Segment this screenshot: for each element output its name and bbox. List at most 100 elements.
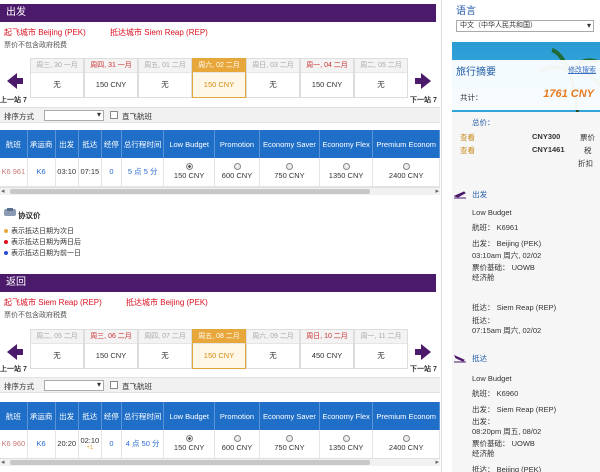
table-header: 抵达 [78, 130, 102, 158]
legend-row: 表示抵达日期为次日 [4, 226, 81, 236]
fare-cell[interactable]: 750 CNY [259, 158, 320, 187]
table-row[interactable]: K6 961 K6 03:10 07:15 0 5 点 5 分 150 CNY 600 CNY… [0, 158, 440, 187]
cell-carrier: K6 [27, 158, 56, 187]
in-dep: 出发： Siem Reap (REP) [472, 405, 557, 414]
out-arr: 抵达： Siem Reap (REP) [472, 303, 557, 312]
legend-row: 表示抵达日期为前一日 [4, 248, 81, 258]
table-header: 航班 [0, 402, 28, 430]
date-option[interactable]: 周六, 09 二月无 [246, 329, 300, 369]
direct-checkbox[interactable] [110, 381, 118, 389]
date-price: 无 [269, 80, 277, 89]
inbound-route: 起飞城市 Siem Reap (REP) 抵达城市 Beijing (PEK) [4, 297, 230, 308]
fare-cell[interactable]: 150 CNY [163, 430, 215, 459]
fare-radio[interactable] [342, 435, 350, 443]
next-week-icon[interactable] [413, 70, 435, 92]
outbound-tax-note: 票价不包含政府税费 [4, 42, 67, 49]
date-price: 150 CNY [95, 351, 127, 360]
fare-radio[interactable] [402, 163, 410, 171]
direct-label: 直飞航班 [122, 112, 152, 121]
date-option[interactable]: 周六, 02 二月 150 CNY [192, 58, 246, 98]
legend-dot-icon [4, 240, 8, 245]
language-select[interactable]: 中文（中华人民共和国） [456, 20, 594, 32]
table-header: Premium Econom [372, 130, 440, 158]
outbound-from: 起飞城市 Beijing (PEK) [4, 28, 86, 37]
outbound-prev-label[interactable]: 上一站 7 [0, 95, 27, 105]
outbound-table-scrollbar[interactable]: ◂ ▸ [0, 187, 440, 195]
fare-radio[interactable] [285, 163, 293, 171]
direct-checkbox[interactable] [110, 111, 118, 119]
fare-radio[interactable] [233, 163, 241, 171]
date-label: 周一, 04 二月 [301, 59, 353, 73]
out-flight: 航班： K6961 [472, 223, 519, 232]
fare-cell[interactable]: 2400 CNY [372, 158, 440, 187]
fare-radio[interactable] [233, 435, 241, 443]
date-option[interactable]: 周三, 06 二月 150 CNY [84, 329, 138, 369]
fare-cell[interactable]: 1350 CNY [319, 158, 374, 187]
date-option[interactable]: 周五, 08 二月 150 CNY [192, 329, 246, 369]
outbound-route: 起飞城市 Beijing (PEK) 抵达城市 Siem Reap (REP) [4, 27, 230, 38]
table-header: 航班 [0, 130, 28, 158]
fare-label: 总价： [472, 118, 495, 127]
next-week-icon[interactable] [413, 341, 435, 363]
inbound-prev-label[interactable]: 上一站 7 [0, 364, 27, 374]
fare-cell[interactable]: 600 CNY [214, 158, 261, 187]
date-price: 无 [53, 80, 61, 89]
date-option[interactable]: 周日, 03 二月无 [246, 58, 300, 98]
agreement-icon [4, 208, 16, 216]
inbound-tax-note: 票价不包含政府税费 [4, 312, 67, 319]
date-option[interactable]: 周四, 07 二月无 [138, 329, 192, 369]
date-option[interactable]: 周一, 11 二月无 [354, 329, 408, 369]
sort-select[interactable] [44, 380, 104, 391]
fare-cell[interactable]: 750 CNY [259, 430, 320, 459]
sort-select[interactable] [44, 110, 104, 121]
date-option[interactable]: 周四, 31 一月 150 CNY [84, 58, 138, 98]
table-row[interactable]: K6 960 K6 20:20 02:10 +1 0 4 点 50 分 150 CNY 600 … [0, 430, 440, 459]
fare-price: 600 CNY [221, 443, 253, 453]
date-option[interactable]: 周三, 30 一月无 [30, 58, 84, 98]
outbound-date-strip: 周三, 30 一月无周四, 31 一月 150 CNY 周五, 01 二月无周六, … [30, 58, 408, 98]
date-option[interactable]: 周日, 10 二月 450 CNY [300, 329, 354, 369]
sort-label: 排序方式 [4, 382, 34, 391]
fare-radio[interactable] [342, 163, 350, 171]
fare-cell[interactable]: 1350 CNY [319, 430, 374, 459]
date-price: 450 CNY [311, 351, 343, 360]
prev-week-icon[interactable] [3, 70, 25, 92]
date-price: 150 CNY [311, 80, 343, 89]
plane-landing-icon [454, 355, 466, 363]
cell-carrier: K6 [27, 430, 56, 459]
fare-cell[interactable]: 600 CNY [214, 430, 261, 459]
legend-dot-icon [4, 229, 8, 234]
cell-arr: 02:10 +1 [78, 430, 102, 459]
outbound-to: 抵达城市 Siem Reap (REP) [110, 28, 208, 37]
fare-radio[interactable] [185, 163, 193, 171]
total-label: 共计： [460, 93, 483, 102]
total-value: 1761 CNY [543, 88, 594, 100]
in-flight: 航班： K6960 [472, 389, 519, 398]
fare-radio[interactable] [402, 435, 410, 443]
date-option[interactable]: 周二, 05 二月无 [30, 329, 84, 369]
prev-week-icon[interactable] [3, 341, 25, 363]
next-day-note: +1 [86, 445, 94, 452]
fare-price: 1350 CNY [328, 443, 364, 453]
fare-cell[interactable]: 150 CNY [163, 158, 215, 187]
legend-title: 协议价 [18, 211, 41, 220]
date-option[interactable]: 周五, 01 二月无 [138, 58, 192, 98]
date-label: 周三, 06 二月 [85, 330, 137, 344]
fare-radio[interactable] [185, 435, 193, 443]
inbound-table-scrollbar[interactable]: ◂ ▸ [0, 458, 440, 466]
inbound-next-label[interactable]: 下一站 7 [410, 364, 437, 374]
summary-title: 旅行摘要 [456, 67, 496, 78]
tax-amount: CNY1461 [532, 145, 565, 154]
outbound-next-label[interactable]: 下一站 7 [410, 95, 437, 105]
modify-search-link[interactable]: 修改搜索 [568, 65, 596, 75]
table-header: Premium Econom [372, 402, 440, 430]
date-option[interactable]: 周二, 05 二月无 [354, 58, 408, 98]
date-option[interactable]: 周一, 04 二月 150 CNY [300, 58, 354, 98]
fare-cell[interactable]: 2400 CNY [372, 430, 440, 459]
view-tax-link[interactable]: 查看 [460, 145, 475, 156]
fare-radio[interactable] [285, 435, 293, 443]
inbound-from: 起飞城市 Siem Reap (REP) [4, 298, 102, 307]
view-fare-link[interactable]: 查看 [460, 132, 475, 143]
in-arr: 抵达： Beijing (PEK) [472, 465, 542, 472]
fare-price: 1350 CNY [328, 171, 364, 181]
